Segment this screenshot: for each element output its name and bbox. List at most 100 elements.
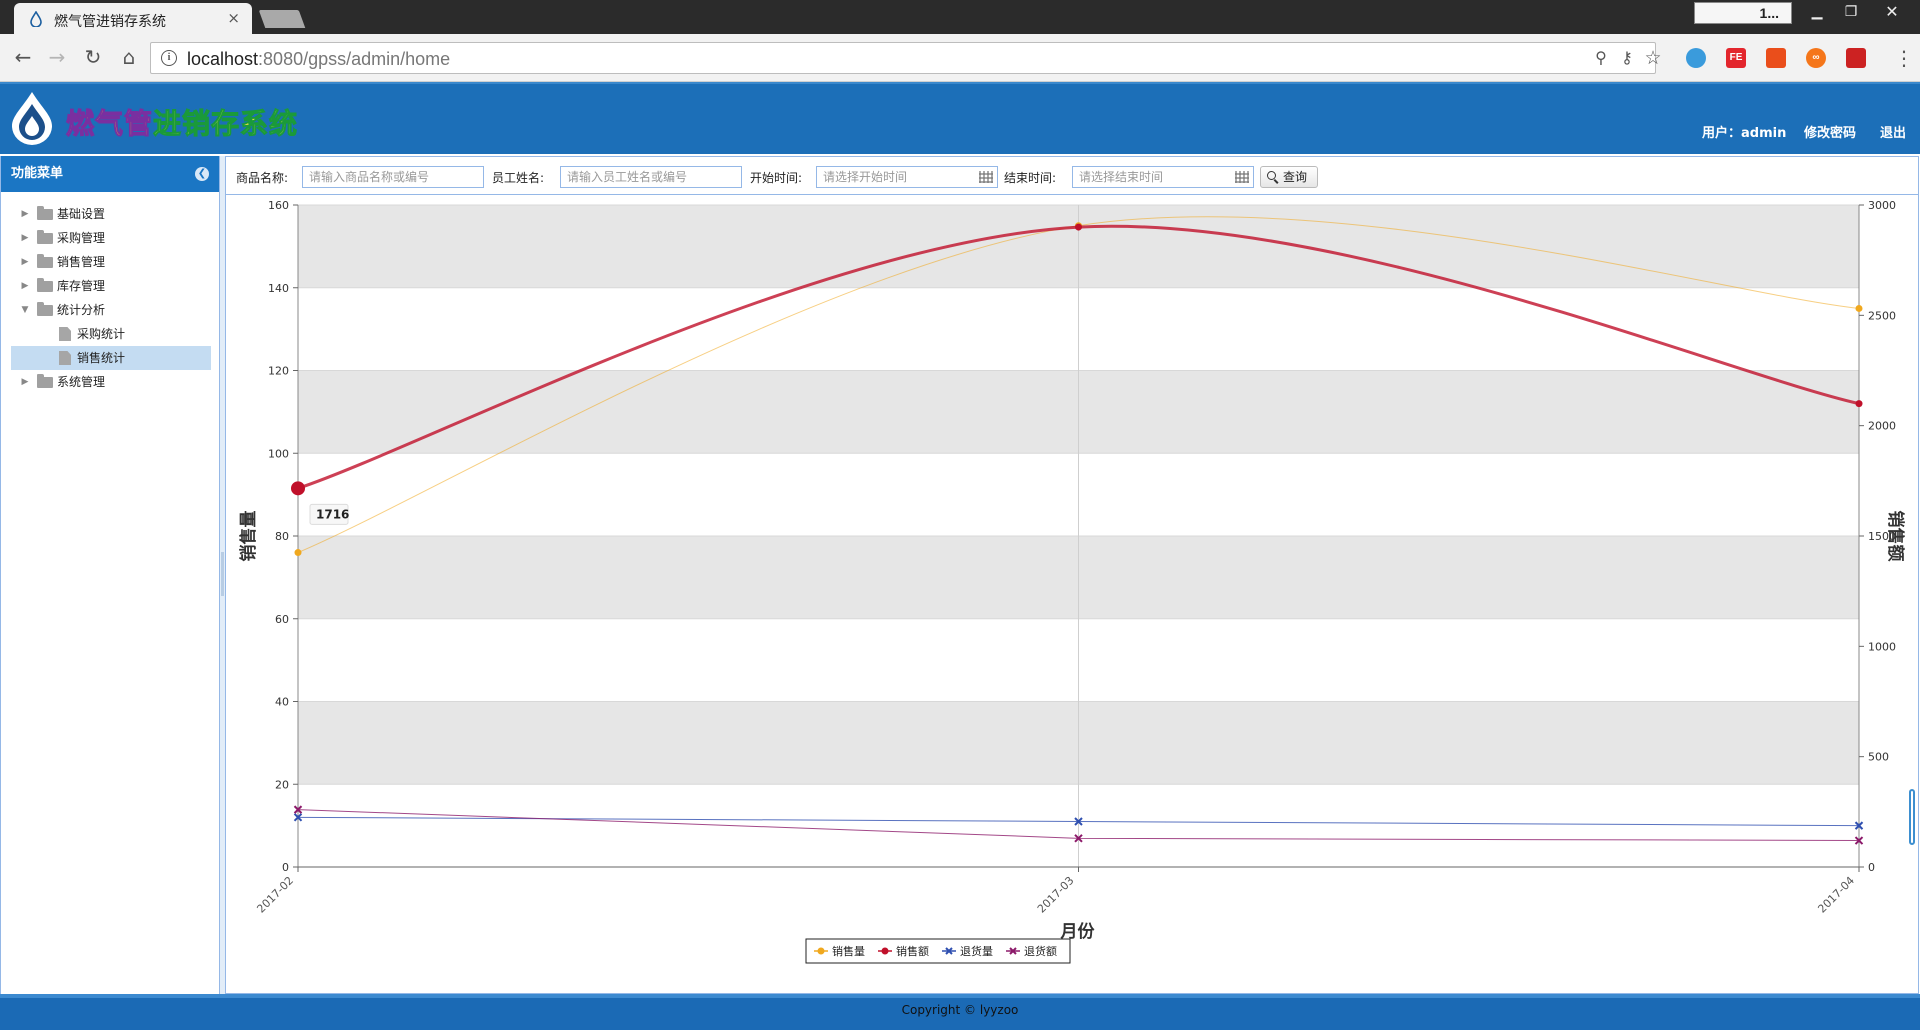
- folder-icon: [37, 230, 53, 244]
- expand-arrow-icon[interactable]: ▶: [19, 370, 31, 394]
- browser-menu-icon[interactable]: ⋮: [1894, 46, 1914, 70]
- window-close-icon[interactable]: ✕: [1866, 2, 1918, 22]
- sidebar-item-inventory[interactable]: ▶ 库存管理: [1, 274, 219, 298]
- product-name-label: 商品名称:: [236, 171, 289, 185]
- x-tick-label: 2017-03: [1035, 874, 1077, 916]
- y-tick-label: 100: [268, 447, 289, 460]
- sidebar-item-label: 基础设置: [57, 207, 106, 221]
- key-icon[interactable]: ⚷: [1617, 48, 1637, 68]
- bookmark-star-icon[interactable]: ☆: [1643, 48, 1663, 68]
- employee-name-label: 员工姓名:: [492, 171, 545, 185]
- sales-chart: 020406080100120140160 050010001500200025…: [238, 199, 1906, 964]
- data-point: [1855, 400, 1863, 408]
- y2-tick-label: 2500: [1868, 309, 1896, 322]
- y-tick-label: 80: [275, 530, 289, 543]
- y-axis-right-title: 销售额: [1885, 511, 1906, 562]
- extension-acrobat-icon[interactable]: [1846, 48, 1866, 68]
- zoom-icon[interactable]: ⚲: [1591, 48, 1611, 68]
- extension-office-icon[interactable]: [1766, 48, 1786, 68]
- expand-arrow-icon[interactable]: ▶: [19, 202, 31, 226]
- legend-label: 退货量: [960, 944, 993, 958]
- site-info-icon[interactable]: i: [161, 50, 177, 66]
- splitter-grip[interactable]: [221, 552, 224, 596]
- sidebar: 功能菜单 ❮ ▶ 基础设置 ▶ 采购管理 ▶ 销售管理 ▶ 库存管理 ▼ 统计分析 采购统…: [0, 156, 220, 994]
- sidebar-item-sales[interactable]: ▶ 销售管理: [1, 250, 219, 274]
- home-icon[interactable]: ⌂: [116, 44, 142, 70]
- chart-tooltip: 1716: [309, 503, 349, 525]
- sidebar-title: 功能菜单: [11, 166, 64, 181]
- menu-tree: ▶ 基础设置 ▶ 采购管理 ▶ 销售管理 ▶ 库存管理 ▼ 统计分析 采购统计 销售统计 …: [1, 192, 219, 394]
- end-time-placeholder: 请选择结束时间: [1079, 170, 1164, 184]
- y2-tick-label: 500: [1868, 751, 1889, 764]
- minimize-icon[interactable]: ▁: [1800, 2, 1834, 22]
- folder-icon: [37, 254, 53, 268]
- filter-bar: 商品名称: 请输入商品名称或编号 员工姓名: 请输入员工姓名或编号 开始时间: …: [226, 157, 1918, 195]
- legend-label: 退货额: [1024, 944, 1057, 958]
- sidebar-item-label: 统计分析: [57, 303, 106, 317]
- browser-tab[interactable]: 燃气管进销存系统 ×: [14, 3, 252, 34]
- y-tick-label: 40: [275, 696, 289, 709]
- sidebar-item-system[interactable]: ▶ 系统管理: [1, 370, 219, 394]
- new-tab-button[interactable]: [258, 10, 306, 28]
- expand-arrow-icon[interactable]: ▶: [19, 250, 31, 274]
- end-time-input[interactable]: 请选择结束时间: [1072, 166, 1254, 188]
- tab-title: 燃气管进销存系统: [54, 14, 166, 30]
- y-tick-label: 160: [268, 199, 289, 212]
- change-password-link[interactable]: 修改密码: [1804, 122, 1856, 141]
- scroll-indicator[interactable]: [1909, 789, 1915, 845]
- tab-close-icon[interactable]: ×: [227, 9, 240, 27]
- sidebar-item-statistics[interactable]: ▼ 统计分析: [1, 298, 219, 322]
- url-host: localhost: [187, 49, 259, 69]
- profile-badge[interactable]: 1...: [1694, 2, 1792, 24]
- search-button-label: 查询: [1283, 170, 1308, 184]
- search-button[interactable]: 查询: [1260, 166, 1318, 188]
- app-header: 燃气管进销存系统 用户：admin 修改密码 退出: [0, 82, 1920, 154]
- data-point: [294, 549, 302, 557]
- back-icon[interactable]: ←: [10, 44, 36, 70]
- folder-icon: [37, 374, 53, 388]
- y2-tick-label: 1000: [1868, 640, 1896, 653]
- data-point: [1855, 304, 1863, 312]
- address-bar[interactable]: i localhost:8080/gpss/admin/home ⚲ ⚷ ☆: [150, 42, 1662, 74]
- logout-link[interactable]: 退出: [1880, 122, 1906, 141]
- file-icon: [59, 327, 71, 341]
- reload-icon[interactable]: ↻: [80, 44, 106, 70]
- sidebar-item-label: 采购管理: [57, 231, 106, 245]
- sidebar-item-basic-settings[interactable]: ▶ 基础设置: [1, 202, 219, 226]
- restore-icon[interactable]: ❐: [1834, 2, 1868, 22]
- extension-bird-icon[interactable]: [1686, 48, 1706, 68]
- collapse-arrow-icon[interactable]: ▼: [19, 298, 31, 322]
- app-title: 燃气管进销存系统: [65, 102, 298, 142]
- sidebar-item-purchase[interactable]: ▶ 采购管理: [1, 226, 219, 250]
- sidebar-item-label: 销售管理: [57, 255, 106, 269]
- sidebar-item-sales-stats[interactable]: 销售统计: [1, 346, 219, 370]
- legend-swatch-marker: [881, 947, 889, 955]
- browser-toolbar: ← → ↻ ⌂ i localhost:8080/gpss/admin/home…: [0, 34, 1920, 82]
- start-time-input[interactable]: 请选择开始时间: [816, 166, 998, 188]
- expand-arrow-icon[interactable]: ▶: [19, 274, 31, 298]
- y-tick-label: 120: [268, 365, 289, 378]
- y-tick-label: 60: [275, 613, 289, 626]
- calendar-icon[interactable]: [1235, 171, 1249, 183]
- employee-name-input[interactable]: 请输入员工姓名或编号: [560, 166, 742, 188]
- folder-icon: [37, 278, 53, 292]
- y-tick-label: 20: [275, 778, 289, 791]
- y2-tick-label: 0: [1868, 861, 1875, 874]
- legend-swatch-marker: [817, 947, 825, 955]
- y2-tick-label: 3000: [1868, 199, 1896, 212]
- sidebar-item-purchase-stats[interactable]: 采购统计: [1, 322, 219, 346]
- x-axis-ticks: 2017-02 2017-03 2017-04: [254, 867, 1860, 916]
- extension-infinity-icon[interactable]: ∞: [1806, 48, 1826, 68]
- left-axis-ticks: 0 20 40 60 80 100 120 140 160: [268, 199, 298, 874]
- forward-icon[interactable]: →: [44, 44, 70, 70]
- extension-fe-icon[interactable]: FE: [1726, 48, 1746, 68]
- product-name-input[interactable]: 请输入商品名称或编号: [302, 166, 484, 188]
- url-text[interactable]: localhost:8080/gpss/admin/home: [187, 49, 450, 70]
- collapse-sidebar-icon[interactable]: ❮: [195, 167, 209, 181]
- sidebar-item-label: 销售统计: [77, 351, 126, 365]
- calendar-icon[interactable]: [979, 171, 993, 183]
- end-time-label: 结束时间:: [1004, 171, 1057, 185]
- folder-icon: [37, 206, 53, 220]
- sidebar-item-label: 采购统计: [77, 327, 126, 341]
- expand-arrow-icon[interactable]: ▶: [19, 226, 31, 250]
